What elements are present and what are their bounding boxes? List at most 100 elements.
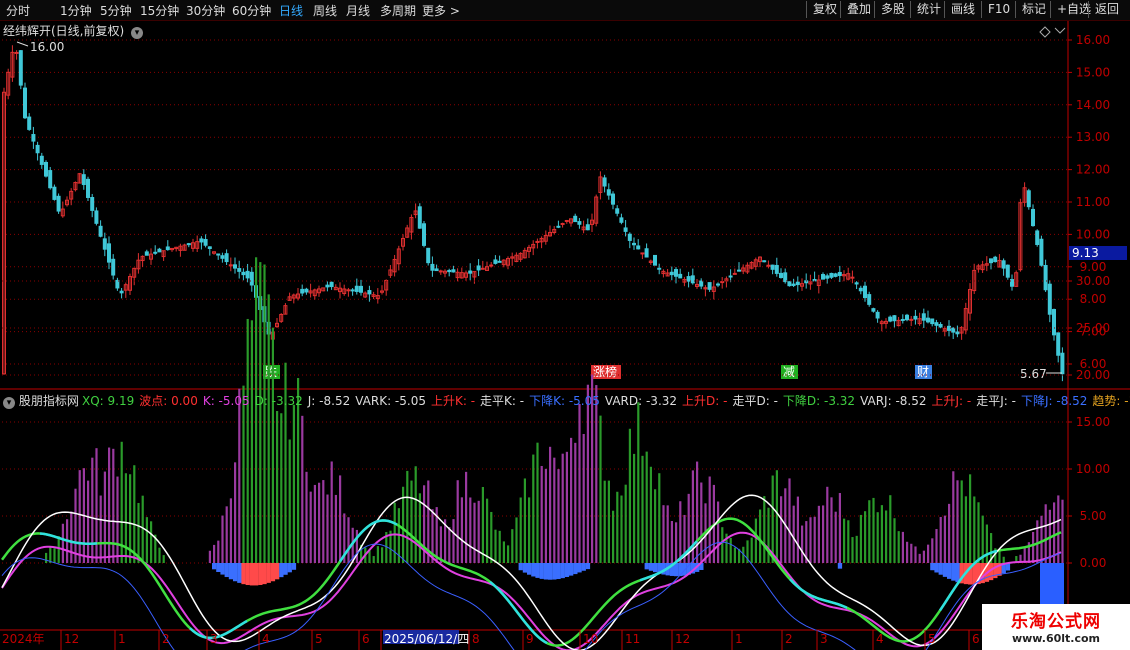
toolbar-button[interactable]: 多股 [874, 1, 905, 18]
histogram-bar [213, 544, 216, 563]
watermark-logo: 乐淘公式网 www.60lt.com [982, 604, 1130, 650]
histogram-bar [368, 550, 371, 563]
candle-body [224, 253, 229, 263]
histogram-bar [246, 318, 249, 563]
candle-body [732, 272, 737, 275]
period-tab[interactable]: 月线 [346, 2, 370, 19]
candle-body [556, 225, 561, 228]
candle-body [921, 313, 926, 321]
negative-bar [291, 563, 297, 570]
candle-body [577, 221, 582, 225]
candle-body [1001, 260, 1006, 269]
candle-body [716, 283, 720, 286]
candle-body [989, 258, 993, 264]
period-tab[interactable]: 5分钟 [100, 2, 132, 19]
histogram-bar [759, 509, 762, 563]
toolbar-button[interactable]: 返回 [1088, 1, 1119, 18]
toolbar-button[interactable]: +自选 [1050, 1, 1091, 18]
collapse-icon[interactable]: ▾ [3, 397, 15, 409]
toolbar-button[interactable]: F10 [981, 1, 1010, 18]
histogram-bar [1053, 502, 1056, 563]
low-price-label: 5.67 [1020, 367, 1047, 381]
negative-bar [930, 563, 935, 571]
histogram-bar [45, 552, 48, 563]
histogram-bar [61, 523, 64, 563]
histogram-bar [788, 478, 791, 563]
candle-body [39, 155, 44, 165]
histogram-bar [864, 511, 867, 563]
time-axis-label: 9 [526, 632, 534, 646]
candle-body [611, 193, 615, 205]
price-tick-label: 16.00 [1076, 33, 1110, 47]
candle-body [678, 273, 683, 279]
candle-body [829, 272, 834, 278]
candle-body [854, 282, 859, 285]
candle-body [875, 311, 880, 319]
histogram-bar [53, 548, 56, 563]
candle-body [220, 255, 225, 259]
histogram-bar [935, 529, 938, 563]
period-tab[interactable]: 更多 > [422, 2, 460, 19]
histogram-bar [414, 466, 417, 563]
histogram-bar [1040, 515, 1043, 563]
candle-body [888, 316, 893, 322]
title-dropdown-icon[interactable]: ▾ [131, 27, 144, 39]
histogram-bar [91, 457, 94, 563]
candle-body [489, 264, 494, 267]
chart-area[interactable]: 16.0015.0014.0013.0012.0011.0010.009.008… [0, 21, 1130, 650]
histogram-bar [624, 484, 627, 563]
toolbar-button[interactable]: 统计 [910, 1, 941, 18]
indicator-name: 股朋指标网 [18, 394, 79, 408]
histogram-bar [561, 453, 564, 563]
negative-bar [522, 563, 528, 573]
histogram-bar [116, 476, 119, 563]
histogram-bar [906, 541, 909, 563]
period-tab[interactable]: 周线 [313, 2, 337, 19]
histogram-bar [893, 518, 896, 563]
histogram-bar [276, 411, 279, 563]
histogram-bar [943, 515, 946, 563]
negative-bar [938, 563, 943, 575]
histogram-bar [607, 480, 610, 563]
period-tab[interactable]: 60分钟 [232, 2, 271, 19]
indicator-legend: XQ: 9.19 波点: 0.00 K: -5.05 D: -3.32 J: -8.52… [82, 392, 1130, 409]
negative-bar [228, 563, 234, 580]
candle-body [417, 206, 422, 229]
toolbar-button[interactable]: 复权 [806, 1, 837, 18]
negative-bar [270, 563, 276, 582]
histogram-bar [234, 462, 237, 563]
period-tab[interactable]: 15分钟 [140, 2, 179, 19]
negative-bar [682, 563, 687, 576]
candle-body [690, 275, 695, 284]
toolbar-button[interactable]: 画线 [944, 1, 975, 18]
negative-bar [262, 563, 267, 585]
candle-body [98, 225, 103, 237]
period-tab[interactable]: 分时 [6, 2, 30, 19]
legend-item: 走平J: - [976, 394, 1016, 408]
histogram-bar [838, 493, 841, 563]
candle-body [18, 50, 23, 86]
histogram-bar [469, 497, 472, 563]
negative-bar [573, 563, 578, 575]
period-tab[interactable]: 多周期 [380, 2, 416, 19]
candle-body [770, 264, 775, 270]
period-tab[interactable]: 日线 [279, 2, 303, 19]
negative-bar [837, 563, 843, 569]
candle-body [35, 144, 40, 154]
toolbar-button[interactable]: 标记 [1015, 1, 1046, 18]
period-tab[interactable]: 30分钟 [186, 2, 225, 19]
histogram-bar [956, 480, 959, 563]
histogram-bar [309, 491, 312, 563]
price-tick-label: 15.00 [1076, 65, 1110, 79]
histogram-bar [847, 520, 850, 563]
negative-bar [535, 563, 540, 578]
candle-body [1060, 352, 1065, 375]
histogram-bar [595, 385, 598, 563]
period-tab[interactable]: 1分钟 [60, 2, 92, 19]
toolbar-button[interactable]: 叠加 [840, 1, 871, 18]
histogram-bar [208, 550, 211, 563]
candle-body [892, 315, 897, 322]
time-axis-label: 2025/06/12/四 [384, 632, 469, 646]
histogram-bar [775, 470, 778, 563]
negative-bar [674, 563, 679, 577]
